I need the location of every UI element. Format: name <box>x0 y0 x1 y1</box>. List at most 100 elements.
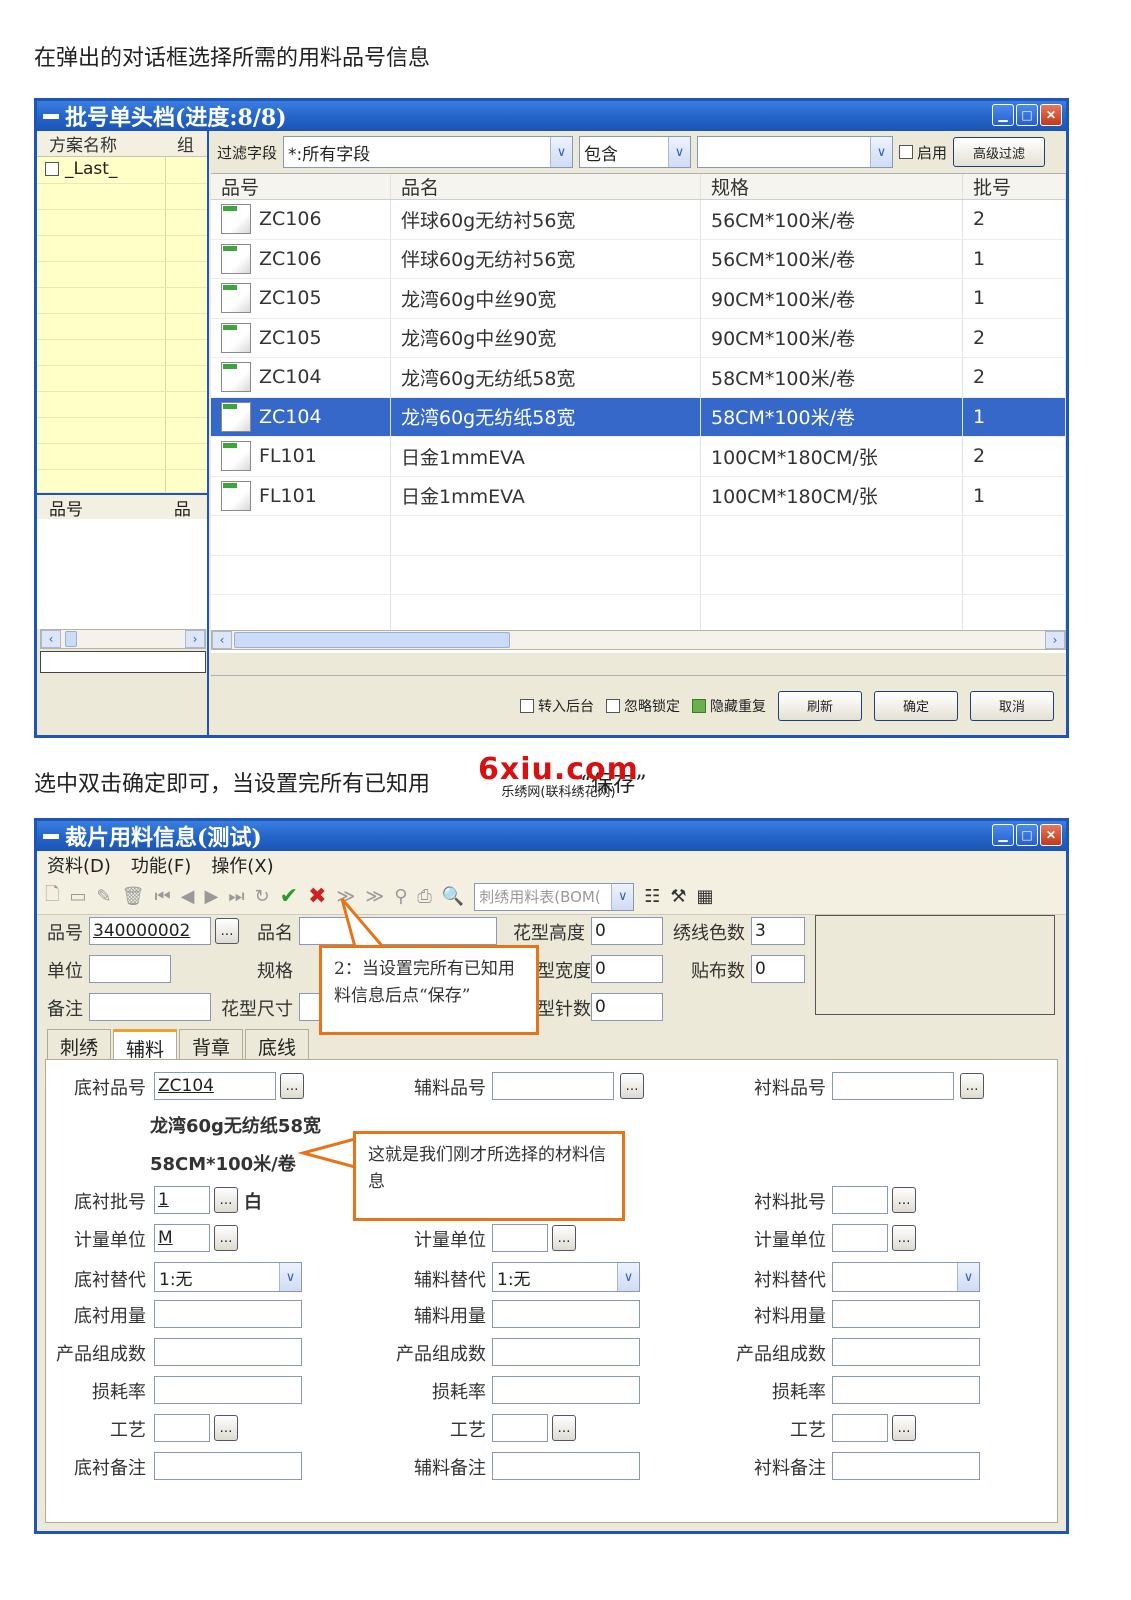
delete-icon[interactable]: 🗑 <box>122 886 145 907</box>
chevron-down-icon[interactable]: ∨ <box>617 1263 639 1291</box>
table-row[interactable]: ZC105 龙湾60g中丝90宽 90CM*100米/卷 2 <box>211 318 1066 358</box>
edit-icon[interactable]: ✎ <box>97 886 112 907</box>
hide-duplicates-checkbox[interactable]: 隐藏重复 <box>692 696 766 716</box>
sub-code-column[interactable]: 品号 <box>37 495 162 520</box>
checkbox-icon[interactable] <box>899 145 914 159</box>
chevron-down-icon[interactable]: ∨ <box>668 137 691 167</box>
to-background-checkbox[interactable]: 转入后台 <box>520 696 594 716</box>
lining-code-lookup-button[interactable]: … <box>960 1073 984 1099</box>
checkbox-icon[interactable] <box>606 698 620 713</box>
backing-batch-lookup-button[interactable]: … <box>214 1187 238 1213</box>
table-row[interactable]: ZC104 龙湾60g无纺纸58宽 58CM*100米/卷 1 <box>211 397 1066 437</box>
minimize-icon[interactable]: ▁ <box>992 824 1014 846</box>
lining-batch-lookup-button[interactable]: … <box>892 1187 916 1213</box>
table-row[interactable]: FL101 日金1mmEVA 100CM*180CM/张 1 <box>211 476 1066 516</box>
part-no-lookup-button[interactable]: … <box>215 918 239 944</box>
scroll-left-icon[interactable]: ‹ <box>212 631 232 649</box>
calculator-icon[interactable]: ▦ <box>697 886 714 907</box>
backing-qty-input[interactable] <box>154 1300 302 1328</box>
minimize-icon[interactable]: ▁ <box>992 104 1014 126</box>
pattern-width-input[interactable]: 0 <box>591 955 663 983</box>
lining-batch-input[interactable] <box>832 1186 888 1214</box>
lining-substitute-select[interactable]: ∨ <box>832 1262 980 1292</box>
chevron-down-icon[interactable]: ∨ <box>611 883 634 910</box>
accessory-process-input[interactable] <box>492 1414 548 1442</box>
unapprove-icon[interactable]: ≫ <box>365 886 384 907</box>
last-record-icon[interactable]: ⏭ <box>228 886 244 907</box>
scroll-right-icon[interactable]: › <box>185 630 205 648</box>
column-header-spec[interactable]: 规格 <box>701 174 963 199</box>
chevron-down-icon[interactable]: ∨ <box>957 1263 979 1291</box>
thread-colors-input[interactable]: 3 <box>751 917 805 945</box>
backing-unit-lookup-button[interactable]: … <box>214 1225 238 1251</box>
filter-value-select[interactable]: ∨ <box>697 136 894 168</box>
approve-icon[interactable]: ≫ <box>337 886 356 907</box>
backing-code-input[interactable]: ZC104 <box>154 1072 276 1100</box>
lining-process-input[interactable] <box>832 1414 888 1442</box>
accessory-unit-input[interactable] <box>492 1224 548 1252</box>
stitch-count-input[interactable]: 0 <box>591 993 663 1021</box>
advanced-filter-button[interactable]: 高级过滤 <box>953 137 1046 167</box>
backing-loss-input[interactable] <box>154 1376 302 1404</box>
backing-batch-input[interactable]: 1 <box>154 1186 210 1214</box>
unit-input[interactable] <box>89 955 171 983</box>
preview-icon[interactable]: 🔍 <box>442 886 464 907</box>
menu-operation[interactable]: 操作(X) <box>211 852 273 878</box>
table-row[interactable] <box>211 595 1066 635</box>
lining-unit-lookup-button[interactable]: … <box>892 1225 916 1251</box>
lining-note-input[interactable] <box>832 1452 980 1480</box>
save-check-icon[interactable]: ✔ <box>280 884 298 909</box>
scroll-left-icon[interactable]: ‹ <box>41 630 61 648</box>
remark-input[interactable] <box>89 993 211 1021</box>
accessory-process-lookup-button[interactable]: … <box>552 1415 576 1441</box>
cancel-button[interactable]: 取消 <box>970 690 1054 721</box>
accessory-composition-input[interactable] <box>492 1338 640 1366</box>
lining-composition-input[interactable] <box>832 1338 980 1366</box>
chevron-down-icon[interactable]: ∨ <box>870 137 893 167</box>
bom-report-select[interactable]: 刺绣用料表(BOM( ∨ <box>474 882 635 911</box>
backing-composition-input[interactable] <box>154 1338 302 1366</box>
backing-substitute-select[interactable]: 1:无 ∨ <box>154 1262 302 1292</box>
scroll-right-icon[interactable]: › <box>1045 631 1065 649</box>
lining-code-input[interactable] <box>832 1072 954 1100</box>
checkbox-checked-icon[interactable] <box>692 698 706 713</box>
chevron-down-icon[interactable]: ∨ <box>279 1263 301 1291</box>
scroll-thumb[interactable] <box>65 631 77 647</box>
tree-icon[interactable]: ☷ <box>644 886 660 907</box>
accessory-note-input[interactable] <box>492 1452 640 1480</box>
column-header-code[interactable]: 品号 <box>211 174 391 199</box>
close-icon[interactable]: ✕ <box>1040 104 1062 126</box>
scroll-thumb[interactable] <box>234 632 510 648</box>
left-search-input[interactable] <box>40 651 206 673</box>
column-header-name[interactable]: 品名 <box>391 174 701 199</box>
part-name-input[interactable] <box>299 917 497 945</box>
scheme-item-checkbox[interactable] <box>45 162 59 176</box>
maximize-icon[interactable]: □ <box>1016 104 1038 126</box>
accessory-substitute-select[interactable]: 1:无 ∨ <box>492 1262 640 1292</box>
table-row[interactable] <box>211 555 1066 595</box>
lining-qty-input[interactable] <box>832 1300 980 1328</box>
applique-count-input[interactable]: 0 <box>751 955 805 983</box>
backing-unit-input[interactable]: M <box>154 1224 210 1252</box>
lining-loss-input[interactable] <box>832 1376 980 1404</box>
confirm-button[interactable]: 确定 <box>874 690 958 721</box>
menu-function[interactable]: 功能(F) <box>131 852 191 878</box>
table-row[interactable]: FL101 日金1mmEVA 100CM*180CM/张 2 <box>211 437 1066 477</box>
accessory-code-lookup-button[interactable]: … <box>620 1073 644 1099</box>
close-icon[interactable]: ✕ <box>1040 824 1062 846</box>
table-row[interactable]: ZC106 伴球60g无纺衬56宽 56CM*100米/卷 1 <box>211 239 1066 279</box>
maximize-icon[interactable]: □ <box>1016 824 1038 846</box>
ignore-lock-checkbox[interactable]: 忽略锁定 <box>606 696 680 716</box>
table-row[interactable] <box>211 516 1066 556</box>
tools-icon[interactable]: ⚒ <box>670 886 686 907</box>
backing-process-input[interactable] <box>154 1414 210 1442</box>
window-menu-icon[interactable] <box>43 833 59 839</box>
filter-enable-checkbox[interactable]: 启用 <box>899 142 947 163</box>
column-header-batch[interactable]: 批号 <box>963 174 1066 199</box>
prev-record-icon[interactable]: ◀ <box>181 886 195 907</box>
first-record-icon[interactable]: ⏮ <box>154 886 170 907</box>
cancel-x-icon[interactable]: ✖ <box>308 884 326 909</box>
accessory-qty-input[interactable] <box>492 1300 640 1328</box>
chevron-down-icon[interactable]: ∨ <box>550 137 573 167</box>
backing-process-lookup-button[interactable]: … <box>214 1415 238 1441</box>
